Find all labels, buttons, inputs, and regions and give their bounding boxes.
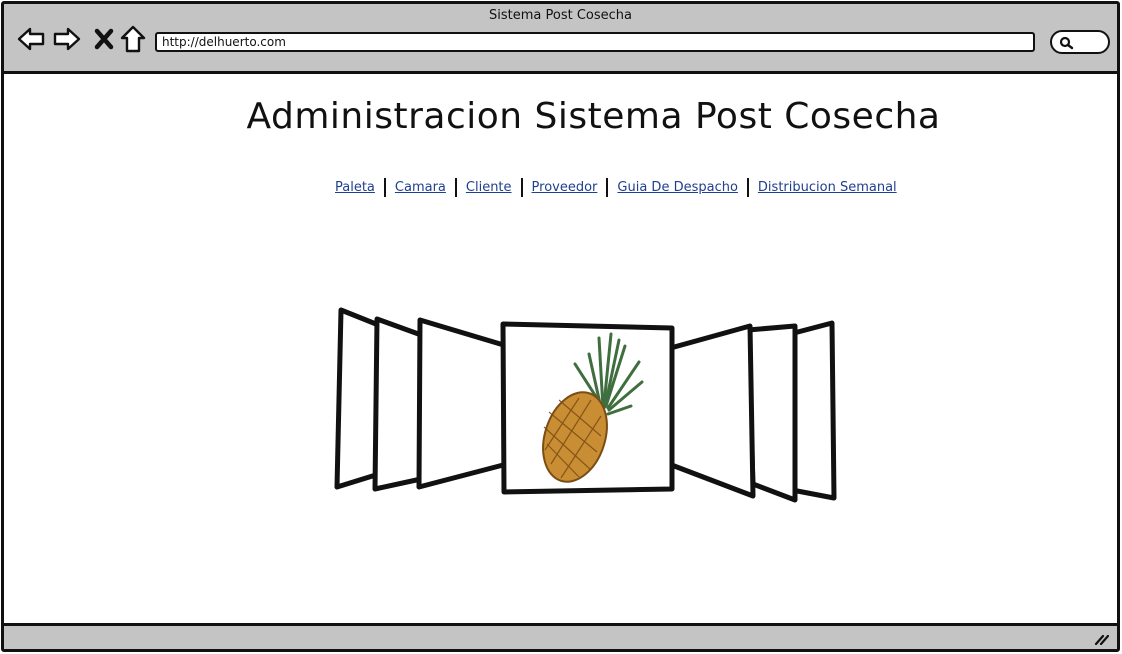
carousel-panel-right-1 <box>664 323 756 499</box>
browser-toolbar: Sistema Post Cosecha http://delhuerto.co… <box>4 4 1117 74</box>
status-bar <box>4 623 1117 649</box>
page-title: Administracion Sistema Post Cosecha <box>246 96 941 137</box>
nav-separator <box>746 177 749 197</box>
nav-separator <box>454 177 457 197</box>
nav-separator <box>383 177 386 197</box>
nav-link-guia-de-despacho[interactable]: Guia De Despacho <box>613 180 742 195</box>
search-icon <box>1059 36 1074 50</box>
window-title: Sistema Post Cosecha <box>489 8 632 23</box>
nav-link-paleta[interactable]: Paleta <box>331 180 379 195</box>
back-icon[interactable] <box>16 24 46 54</box>
stop-icon[interactable] <box>90 24 120 54</box>
resize-grip-icon[interactable] <box>1093 633 1109 645</box>
nav-link-proveedor[interactable]: Proveedor <box>528 180 602 195</box>
url-input[interactable]: http://delhuerto.com <box>155 32 1035 52</box>
carousel-panel-right-3 <box>789 320 837 501</box>
browser-window: Sistema Post Cosecha http://delhuerto.co… <box>1 1 1120 652</box>
main-nav: Paleta Camara Cliente Proveedor Guia De … <box>331 175 901 199</box>
nav-link-cliente[interactable]: Cliente <box>462 180 516 195</box>
nav-link-camara[interactable]: Camara <box>391 180 450 195</box>
nav-link-distribucion-semanal[interactable]: Distribucion Semanal <box>754 180 901 195</box>
forward-icon[interactable] <box>52 24 82 54</box>
home-icon[interactable] <box>118 24 148 54</box>
image-carousel[interactable] <box>329 302 849 507</box>
nav-separator <box>520 177 523 197</box>
carousel-panel-left-1 <box>416 317 510 490</box>
search-field[interactable] <box>1050 30 1110 54</box>
nav-separator <box>606 177 609 197</box>
